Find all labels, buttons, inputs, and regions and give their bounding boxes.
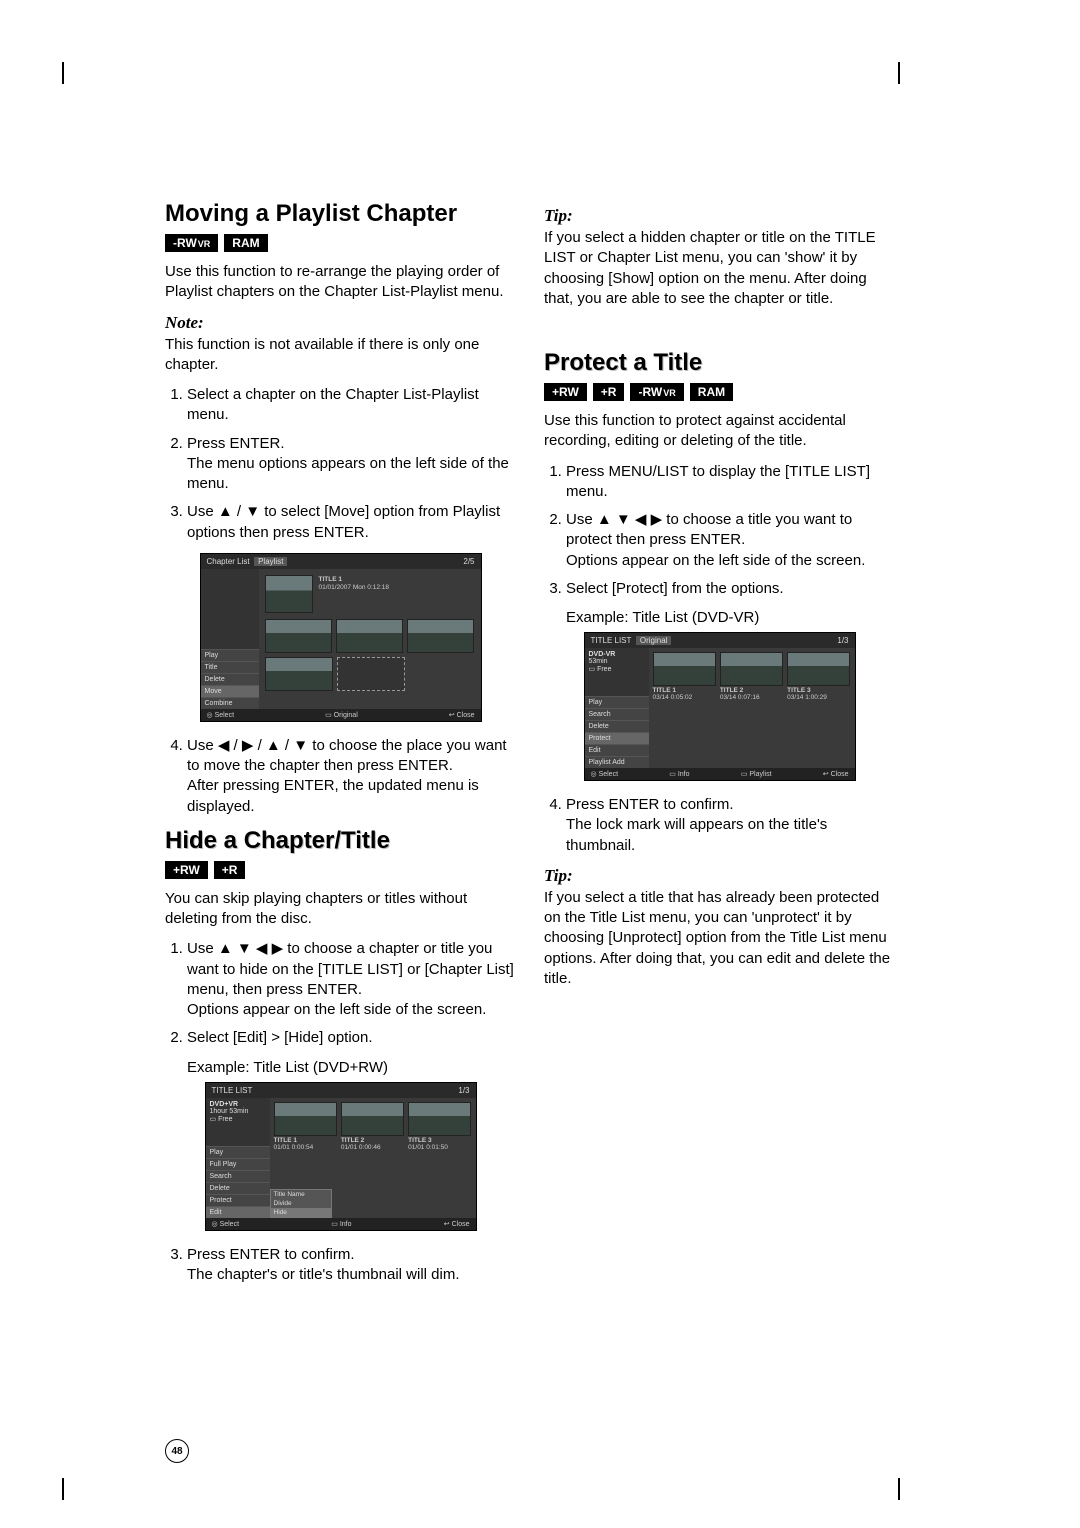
ss-menu-item: Title: [201, 661, 259, 673]
ss-side-menu: DVD-VR 53min ▭ Free Play Search Delete P…: [585, 648, 649, 768]
badge-rwvr: -RWVR: [165, 234, 218, 252]
step: Use ▲ / ▼ to select [Move] option from P…: [187, 502, 516, 543]
ss-menu-item: Play: [206, 1146, 270, 1158]
ss-menu-item: Delete: [585, 720, 649, 732]
hide-steps-cont: Press ENTER to confirm. The chapter's or…: [165, 1245, 516, 1286]
ss-footer: ◎ Select ▭ Original ↩ Close: [201, 709, 481, 721]
cropmark: [62, 62, 64, 84]
thumbnail: [407, 619, 474, 653]
ss-date: 01/01/2007 Mon 0:12:18: [319, 584, 389, 591]
moving-steps: Select a chapter on the Chapter List-Pla…: [165, 385, 516, 543]
thumbnail: [653, 652, 716, 686]
ss-menu-item: Play: [201, 649, 259, 661]
badge-rwvr: -RWVR: [630, 383, 683, 401]
cropmark: [898, 1478, 900, 1500]
step: Use ◀ / ▶ / ▲ / ▼ to choose the place yo…: [187, 736, 516, 817]
ss-side-menu: DVD+VR 1hour 53min ▭ Free Play Full Play…: [206, 1098, 270, 1218]
ss-header: Chapter List Playlist 2/5: [201, 554, 481, 569]
thumbnail: [720, 652, 783, 686]
thumbnail: [341, 1102, 404, 1136]
ss-footer: ◎ Select ▭ Info ▭ Playlist ↩ Close: [585, 768, 855, 780]
step: Select [Edit] > [Hide] option.: [187, 1028, 516, 1048]
step: Press ENTER to confirm. The chapter's or…: [187, 1245, 516, 1286]
ss-menu-item: Playlist Add: [585, 756, 649, 768]
note-body: This function is not available if there …: [165, 335, 516, 376]
content-columns: Moving a Playlist Chapter -RWVR RAM Use …: [165, 200, 895, 1295]
example-label: Example: Title List (DVD+RW): [187, 1059, 516, 1076]
ss-menu-item: Edit: [585, 744, 649, 756]
ss-menu-item: Search: [206, 1170, 270, 1182]
ss-menu-item-protect: Protect: [585, 732, 649, 744]
badge-row: +RW +R: [165, 861, 516, 879]
ss-menu-item: Protect: [206, 1194, 270, 1206]
ss-menu-item: Play: [585, 696, 649, 708]
tip-body: If you select a hidden chapter or title …: [544, 228, 895, 309]
ss-header: TITLE LIST 1/3: [206, 1083, 476, 1098]
ss-menu-item: Combine: [201, 697, 259, 709]
thumbnail: [787, 652, 850, 686]
hide-intro: You can skip playing chapters or titles …: [165, 889, 516, 930]
ss-menu-item: Delete: [206, 1182, 270, 1194]
thumbnail: [265, 575, 313, 613]
manual-page: Moving a Playlist Chapter -RWVR RAM Use …: [0, 0, 1080, 1528]
step: Press ENTER to confirm. The lock mark wi…: [566, 795, 895, 856]
badge-row: -RWVR RAM: [165, 234, 516, 252]
thumbnail: [274, 1102, 337, 1136]
tip-label: Tip:: [544, 866, 895, 886]
step: Press ENTER. The menu options appears on…: [187, 434, 516, 495]
ss-header: TITLE LIST Original 1/3: [585, 633, 855, 648]
ss-menu-item-edit: Edit Title Name Divide Hide: [206, 1206, 270, 1218]
step: Use ▲ ▼ ◀ ▶ to choose a chapter or title…: [187, 939, 516, 1020]
badge-plus-rw: +RW: [544, 383, 587, 401]
protect-steps-cont: Press ENTER to confirm. The lock mark wi…: [544, 795, 895, 856]
badge-ram: RAM: [224, 234, 267, 252]
badge-row: +RW +R -RWVR RAM: [544, 383, 895, 401]
step: Press MENU/LIST to display the [TITLE LI…: [566, 462, 895, 503]
ss-main: TITLE 1 01/01/2007 Mon 0:12:18: [259, 569, 481, 709]
screenshot-title-list-vr: TITLE LIST Original 1/3 DVD-VR 53min ▭ F…: [584, 632, 856, 781]
ss-menu-item-move: Move: [201, 685, 259, 697]
step: Select a chapter on the Chapter List-Pla…: [187, 385, 516, 426]
hide-steps: Use ▲ ▼ ◀ ▶ to choose a chapter or title…: [165, 939, 516, 1048]
note-label: Note:: [165, 313, 516, 333]
page-number: 48: [165, 1439, 189, 1463]
ss-footer: ◎ Select ▭ Info ↩ Close: [206, 1218, 476, 1230]
screenshot-title-list-rw: TITLE LIST 1/3 DVD+VR 1hour 53min ▭ Free…: [205, 1082, 477, 1231]
thumbnail: [336, 619, 403, 653]
ss-main: TITLE 103/14 0:05:02 TITLE 203/14 0:07:1…: [649, 648, 855, 768]
right-column: Tip: If you select a hidden chapter or t…: [544, 200, 895, 1295]
badge-plus-r: +R: [214, 861, 246, 879]
thumbnail: [408, 1102, 471, 1136]
protect-intro: Use this function to protect against acc…: [544, 411, 895, 452]
ss-menu-item: Search: [585, 708, 649, 720]
step: Use ▲ ▼ ◀ ▶ to choose a title you want t…: [566, 510, 895, 571]
thumbnail: [265, 657, 333, 691]
moving-intro: Use this function to re-arrange the play…: [165, 262, 516, 303]
cropmark: [898, 62, 900, 84]
cropmark: [62, 1478, 64, 1500]
badge-plus-r: +R: [593, 383, 625, 401]
moving-steps-cont: Use ◀ / ▶ / ▲ / ▼ to choose the place yo…: [165, 736, 516, 817]
heading-moving-playlist: Moving a Playlist Chapter: [165, 200, 516, 228]
ss-menu-item: Delete: [201, 673, 259, 685]
ss-side-menu: Play Title Delete Move Combine: [201, 569, 259, 709]
step: Select [Protect] from the options.: [566, 579, 895, 599]
ss-title: TITLE 1: [319, 576, 389, 583]
example-label: Example: Title List (DVD-VR): [566, 609, 895, 626]
thumbnail-placeholder: [337, 657, 405, 691]
thumbnail: [265, 619, 332, 653]
badge-plus-rw: +RW: [165, 861, 208, 879]
screenshot-chapter-list: Chapter List Playlist 2/5 Play Title Del…: [200, 553, 482, 722]
heading-hide-chapter: Hide a Chapter/Title: [165, 827, 516, 855]
protect-steps: Press MENU/LIST to display the [TITLE LI…: [544, 462, 895, 600]
tip-label: Tip:: [544, 206, 895, 226]
left-column: Moving a Playlist Chapter -RWVR RAM Use …: [165, 200, 516, 1295]
ss-menu-item: Full Play: [206, 1158, 270, 1170]
tip-body: If you select a title that has already b…: [544, 888, 895, 989]
badge-ram: RAM: [690, 383, 733, 401]
heading-protect-title: Protect a Title: [544, 349, 895, 377]
